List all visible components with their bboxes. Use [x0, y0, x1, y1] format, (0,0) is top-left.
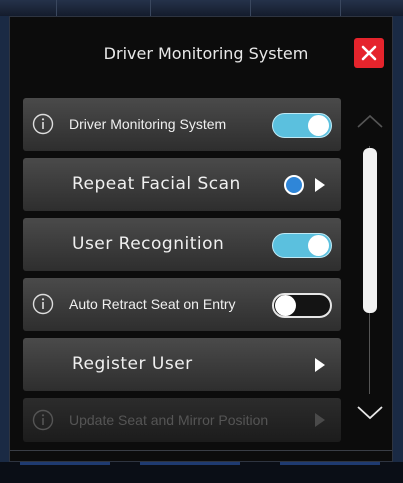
info-icon: [32, 409, 54, 431]
dialog-title: Driver Monitoring System: [103, 44, 309, 63]
divider: [10, 450, 392, 451]
chevron-down-icon[interactable]: [355, 403, 385, 423]
user-recognition-toggle[interactable]: [272, 233, 332, 258]
chevron-right-icon: [315, 413, 325, 427]
list-item-user-recognition[interactable]: User Recognition: [23, 218, 341, 271]
toggle-knob: [275, 295, 296, 316]
list-item-label: Auto Retract Seat on Entry: [69, 296, 236, 312]
auto-retract-seat-toggle[interactable]: [272, 293, 332, 318]
list-item-label: Update Seat and Mirror Position: [69, 412, 269, 428]
chevron-up-icon[interactable]: [355, 111, 385, 131]
list-item-label: Driver Monitoring System: [69, 116, 227, 132]
toggle-knob: [308, 235, 329, 256]
list-item-label: User Recognition: [72, 234, 225, 254]
list-item-driver-monitoring[interactable]: Driver Monitoring System: [23, 98, 341, 151]
list-item-register-user[interactable]: Register User: [23, 338, 341, 391]
chevron-right-icon: [315, 178, 325, 192]
toggle-knob: [308, 115, 329, 136]
info-icon[interactable]: [32, 293, 54, 315]
chevron-right-icon: [315, 358, 325, 372]
close-x-icon: [361, 45, 377, 61]
close-button[interactable]: [354, 38, 384, 68]
radio-indicator[interactable]: [284, 175, 304, 195]
scrollbar-thumb[interactable]: [363, 148, 377, 313]
list-item-label: Register User: [72, 354, 193, 374]
list-item-label: Repeat Facial Scan: [72, 174, 241, 194]
driver-monitoring-toggle[interactable]: [272, 113, 332, 138]
background-bar-bottom: [0, 462, 403, 483]
list-item-repeat-facial-scan[interactable]: Repeat Facial Scan: [23, 158, 341, 211]
list-item-update-seat-mirror: Update Seat and Mirror Position: [23, 398, 341, 442]
settings-dialog: Driver Monitoring System Driver Monitori…: [9, 16, 393, 462]
info-icon[interactable]: [32, 113, 54, 135]
background-bar-top: [0, 0, 403, 16]
list-item-auto-retract-seat[interactable]: Auto Retract Seat on Entry: [23, 278, 341, 331]
